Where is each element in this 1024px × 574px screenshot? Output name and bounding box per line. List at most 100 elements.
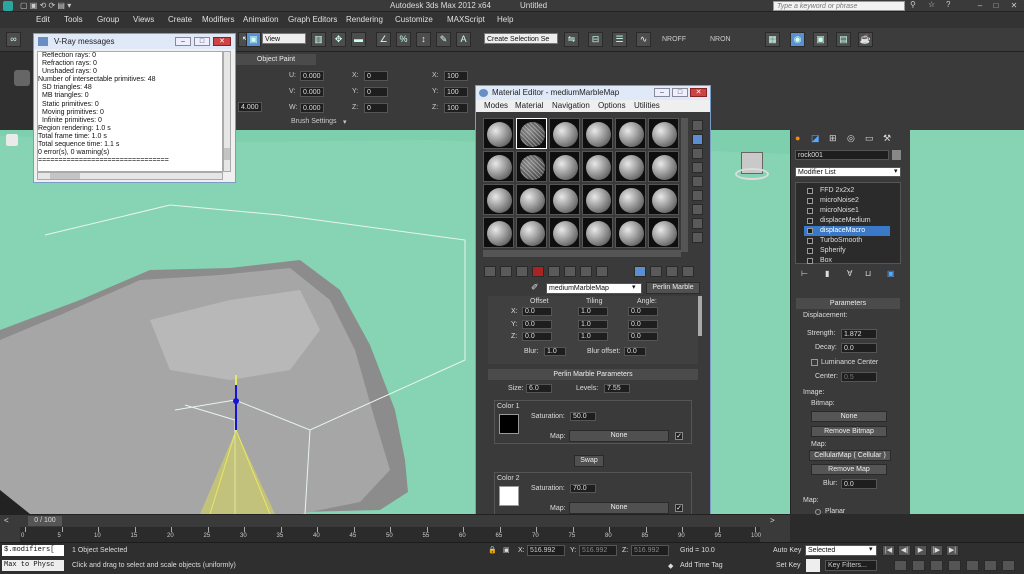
slots-hscrollbar[interactable] (483, 250, 681, 257)
viewport-right-area[interactable] (910, 130, 1024, 514)
offset-x-field[interactable]: 0.0 (522, 307, 552, 316)
z-field[interactable]: 0 (364, 103, 388, 113)
modifier-toggle-icon[interactable] (807, 188, 813, 194)
show-shaded-icon[interactable] (634, 266, 646, 277)
maximize-button[interactable]: □ (990, 1, 1002, 11)
select-by-material-icon[interactable] (692, 218, 703, 229)
modifier-toggle-icon[interactable] (807, 238, 813, 244)
put-to-scene-icon[interactable] (500, 266, 512, 277)
percent-snap-icon[interactable]: % (396, 32, 411, 47)
modifier-toggle-icon[interactable] (807, 248, 813, 254)
map-name-field[interactable]: mediumMarbleMap (546, 283, 642, 294)
y-coord-field[interactable]: 516.992 (579, 545, 617, 556)
material-slot[interactable] (648, 184, 679, 215)
vray-log[interactable]: Reflection rays: 0 Refraction rays: 0 Unsh… (37, 51, 223, 172)
material-slot[interactable] (582, 151, 613, 182)
assign-material-icon[interactable] (516, 266, 528, 277)
luminance-center-checkbox[interactable] (811, 359, 818, 366)
size-field[interactable]: 4.000 (238, 102, 262, 112)
set-key-button[interactable]: Set Key (776, 562, 801, 569)
put-to-library-icon[interactable] (580, 266, 592, 277)
x2-field[interactable]: 100 (444, 71, 468, 81)
key-filters-button[interactable]: Key Filters... (825, 560, 877, 571)
show-end-result-icon[interactable]: ▮ (825, 269, 829, 278)
material-slot[interactable] (615, 151, 646, 182)
menu-group[interactable]: Group (97, 15, 119, 24)
scale-icon[interactable]: ▣ (246, 32, 261, 47)
map2-none-button[interactable]: None (569, 502, 669, 514)
go-to-end-icon[interactable]: ▶| (946, 545, 959, 556)
go-forward-icon[interactable] (682, 266, 694, 277)
blur-field[interactable]: 1.0 (544, 347, 566, 356)
make-unique-icon[interactable] (564, 266, 576, 277)
me-menu-modes[interactable]: Modes (484, 101, 508, 110)
time-slider-prev-icon[interactable]: < (4, 516, 9, 525)
offset-z-field[interactable]: 0.0 (522, 332, 552, 341)
material-slot[interactable] (483, 217, 514, 248)
saturation2-field[interactable]: 70.0 (570, 484, 596, 493)
ribbon-tabs[interactable] (0, 52, 34, 130)
menu-create[interactable]: Create (168, 15, 192, 24)
render-icon[interactable]: ☕ (858, 32, 873, 47)
material-slot[interactable] (582, 118, 613, 149)
me-menu-utilities[interactable]: Utilities (634, 101, 660, 110)
u-field[interactable]: 0.000 (300, 71, 324, 81)
named-selection-combo[interactable]: Create Selection Se (484, 33, 558, 44)
chevron-down-icon[interactable]: ▾ (343, 118, 347, 126)
material-slot[interactable] (615, 184, 646, 215)
remove-modifier-icon[interactable]: ⊔ (865, 269, 871, 278)
bitmap-none-button[interactable]: None (811, 411, 887, 422)
saturation1-field[interactable]: 50.0 (570, 412, 596, 421)
mated-minimize-button[interactable]: – (654, 88, 670, 97)
material-navigator-icon[interactable] (692, 232, 703, 243)
snap-icon[interactable]: ▬ (351, 32, 366, 47)
parameters-header[interactable]: Parameters (796, 298, 900, 309)
time-slider-next-icon[interactable]: > (770, 516, 775, 525)
options-icon[interactable] (692, 204, 703, 215)
motion-tab-icon[interactable]: ◎ (847, 133, 855, 144)
material-slot[interactable] (582, 184, 613, 215)
maxscript-listener-field[interactable]: $.modifiers[ (2, 545, 64, 556)
z-coord-field[interactable]: 516.992 (631, 545, 669, 556)
size-field[interactable]: 6.0 (526, 384, 552, 393)
menu-edit[interactable]: Edit (36, 15, 50, 24)
me-menu-navigation[interactable]: Navigation (552, 101, 590, 110)
vray-scrollbar[interactable] (223, 51, 231, 172)
lock-icon[interactable]: 🔒 (488, 546, 497, 554)
make-copy-icon[interactable] (548, 266, 560, 277)
vray-maximize-button[interactable]: □ (194, 37, 210, 46)
angle-x-field[interactable]: 0.0 (628, 307, 658, 316)
help-icon[interactable]: ? (946, 0, 950, 9)
material-id-icon[interactable] (596, 266, 608, 277)
tiling-y-field[interactable]: 1.0 (578, 320, 608, 329)
swap-button[interactable]: Swap (574, 455, 604, 467)
brush-settings-label[interactable]: Brush Settings (291, 118, 337, 125)
key-mode-chevron-icon[interactable]: ▾ (869, 545, 873, 553)
link-icon[interactable]: ∞ (6, 32, 21, 47)
menu-graph-editors[interactable]: Graph Editors (288, 15, 337, 24)
render-setup-icon[interactable]: ▣ (813, 32, 828, 47)
material-slot[interactable] (582, 217, 613, 248)
v-field[interactable]: 0.000 (300, 87, 324, 97)
maxscript-mini-field[interactable]: Max to Physc (2, 560, 64, 571)
timeline-ruler[interactable]: 0 5 10 15 20 25 30 35 40 45 50 55 60 65 70 75 80 85 90 95 10… (20, 527, 761, 543)
me-menu-material[interactable]: Material (515, 101, 543, 110)
map2-checkbox[interactable]: ✓ (675, 504, 683, 512)
quick-access-icons[interactable]: ▢ ▣ ⟲ ⟳ ▤ ▾ (20, 1, 71, 10)
menu-help[interactable]: Help (497, 15, 513, 24)
material-slot[interactable] (615, 217, 646, 248)
material-slot[interactable] (648, 118, 679, 149)
vray-minimize-button[interactable]: – (175, 37, 191, 46)
angle-y-field[interactable]: 0.0 (628, 320, 658, 329)
modifier-stack-item[interactable]: microNoise2 (804, 196, 890, 206)
object-color-swatch[interactable] (892, 150, 901, 160)
tiling-z-field[interactable]: 1.0 (578, 332, 608, 341)
blur-offset-field[interactable]: 0.0 (624, 347, 646, 356)
cp-blur-field[interactable]: 0.0 (841, 479, 877, 489)
backlight-icon[interactable] (692, 134, 703, 145)
x-coord-field[interactable]: 516.992 (527, 545, 565, 556)
menu-maxscript[interactable]: MAXScript (447, 15, 485, 24)
modifier-stack-item[interactable]: FFD 2x2x2 (804, 186, 890, 196)
color1-swatch[interactable] (499, 414, 519, 434)
make-preview-icon[interactable] (692, 190, 703, 201)
